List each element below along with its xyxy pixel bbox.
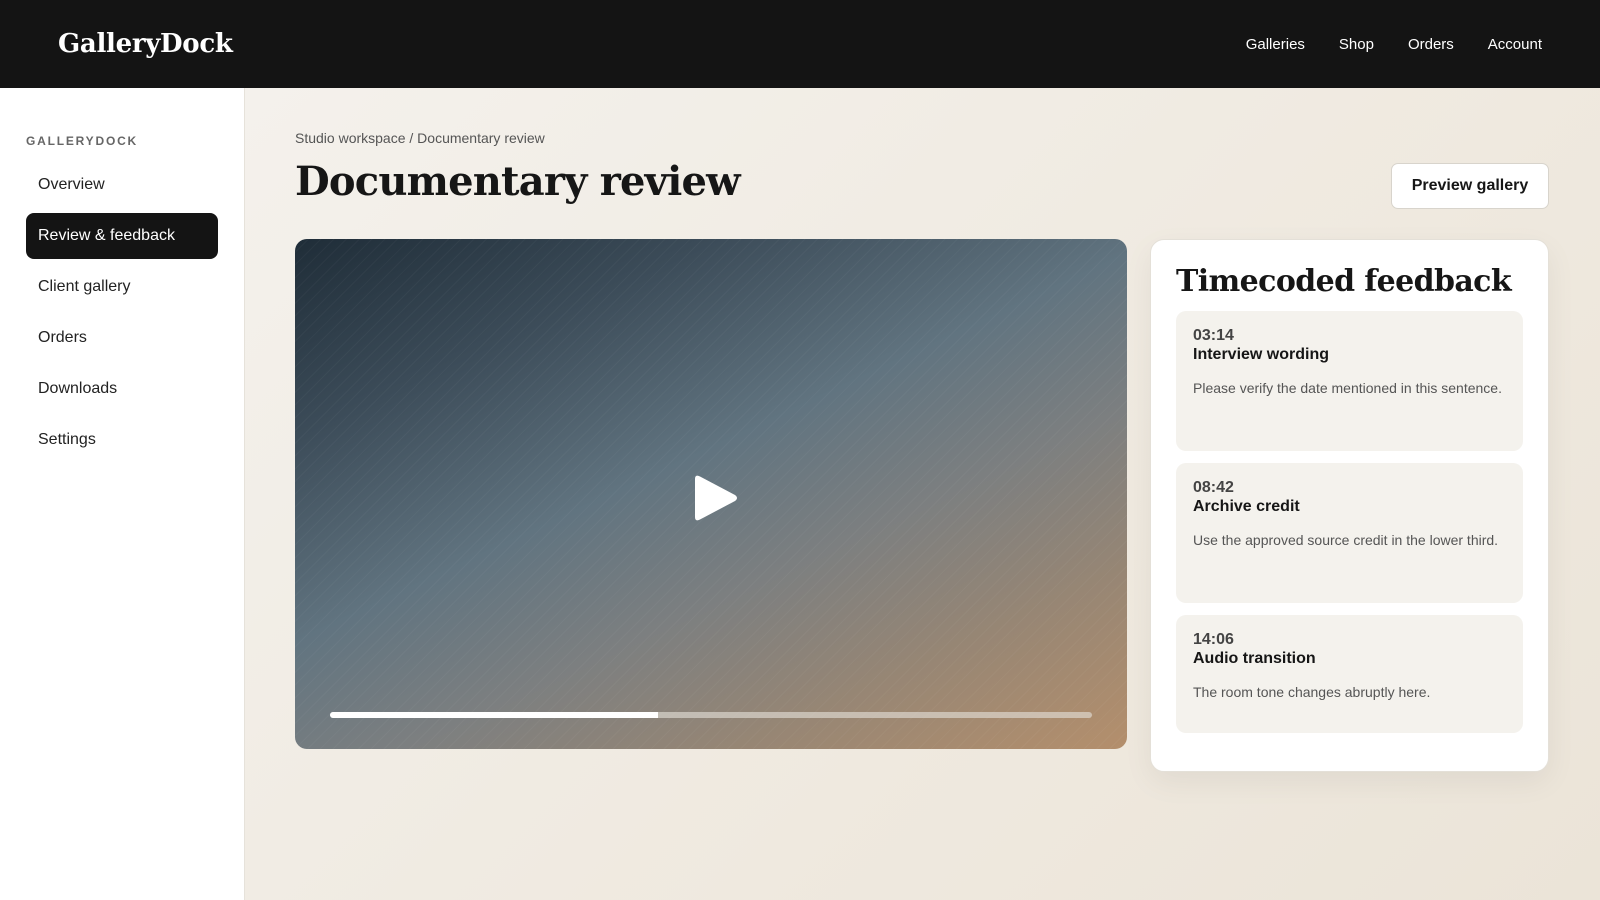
page-title: Documentary review [295,158,741,205]
main-content: Studio workspace / Documentary review Do… [245,88,1600,900]
sidebar-item-overview[interactable]: Overview [26,162,218,208]
sidebar-item-settings[interactable]: Settings [26,417,218,463]
video-progress-fill [330,712,658,718]
breadcrumb: Studio workspace / Documentary review [295,130,545,146]
video-player[interactable] [295,239,1127,749]
brand-logo[interactable]: GalleryDock [58,29,233,59]
sidebar-caption: GALLERYDOCK [26,134,139,148]
top-bar: GalleryDock Galleries Shop Orders Accoun… [0,0,1600,88]
video-progress-bar[interactable] [330,712,1092,718]
feedback-item-title: Audio transition [1193,650,1316,667]
top-nav: Galleries Shop Orders Account [1246,36,1542,53]
feedback-timecode: 03:14 [1193,327,1234,344]
feedback-item-body: The room tone changes abruptly here. [1193,684,1431,700]
feedback-item-body: Use the approved source credit in the lo… [1193,532,1499,548]
feedback-timecode: 08:42 [1193,479,1234,496]
sidebar-item-downloads[interactable]: Downloads [26,366,218,412]
nav-shop[interactable]: Shop [1339,36,1374,53]
feedback-title: Timecoded feedback [1176,264,1512,299]
feedback-panel: Timecoded feedback 03:14 Interview wordi… [1150,239,1549,772]
sidebar-item-review-feedback[interactable]: Review & feedback [26,213,218,259]
sidebar-item-orders[interactable]: Orders [26,315,218,361]
feedback-item-body: Please verify the date mentioned in this… [1193,380,1502,396]
feedback-item-title: Interview wording [1193,346,1330,363]
nav-account[interactable]: Account [1488,36,1542,53]
feedback-timecode: 14:06 [1193,631,1234,648]
feedback-item-title: Archive credit [1193,498,1300,515]
feedback-item[interactable]: 14:06 Audio transition The room tone cha… [1176,615,1523,733]
sidebar: GALLERYDOCK Overview Review & feedback C… [0,88,245,900]
nav-orders[interactable]: Orders [1408,36,1454,53]
preview-gallery-button[interactable]: Preview gallery [1391,163,1549,209]
nav-galleries[interactable]: Galleries [1246,36,1305,53]
sidebar-item-client-gallery[interactable]: Client gallery [26,264,218,310]
play-icon[interactable] [689,473,739,523]
feedback-item[interactable]: 03:14 Interview wording Please verify th… [1176,311,1523,451]
feedback-item[interactable]: 08:42 Archive credit Use the approved so… [1176,463,1523,603]
